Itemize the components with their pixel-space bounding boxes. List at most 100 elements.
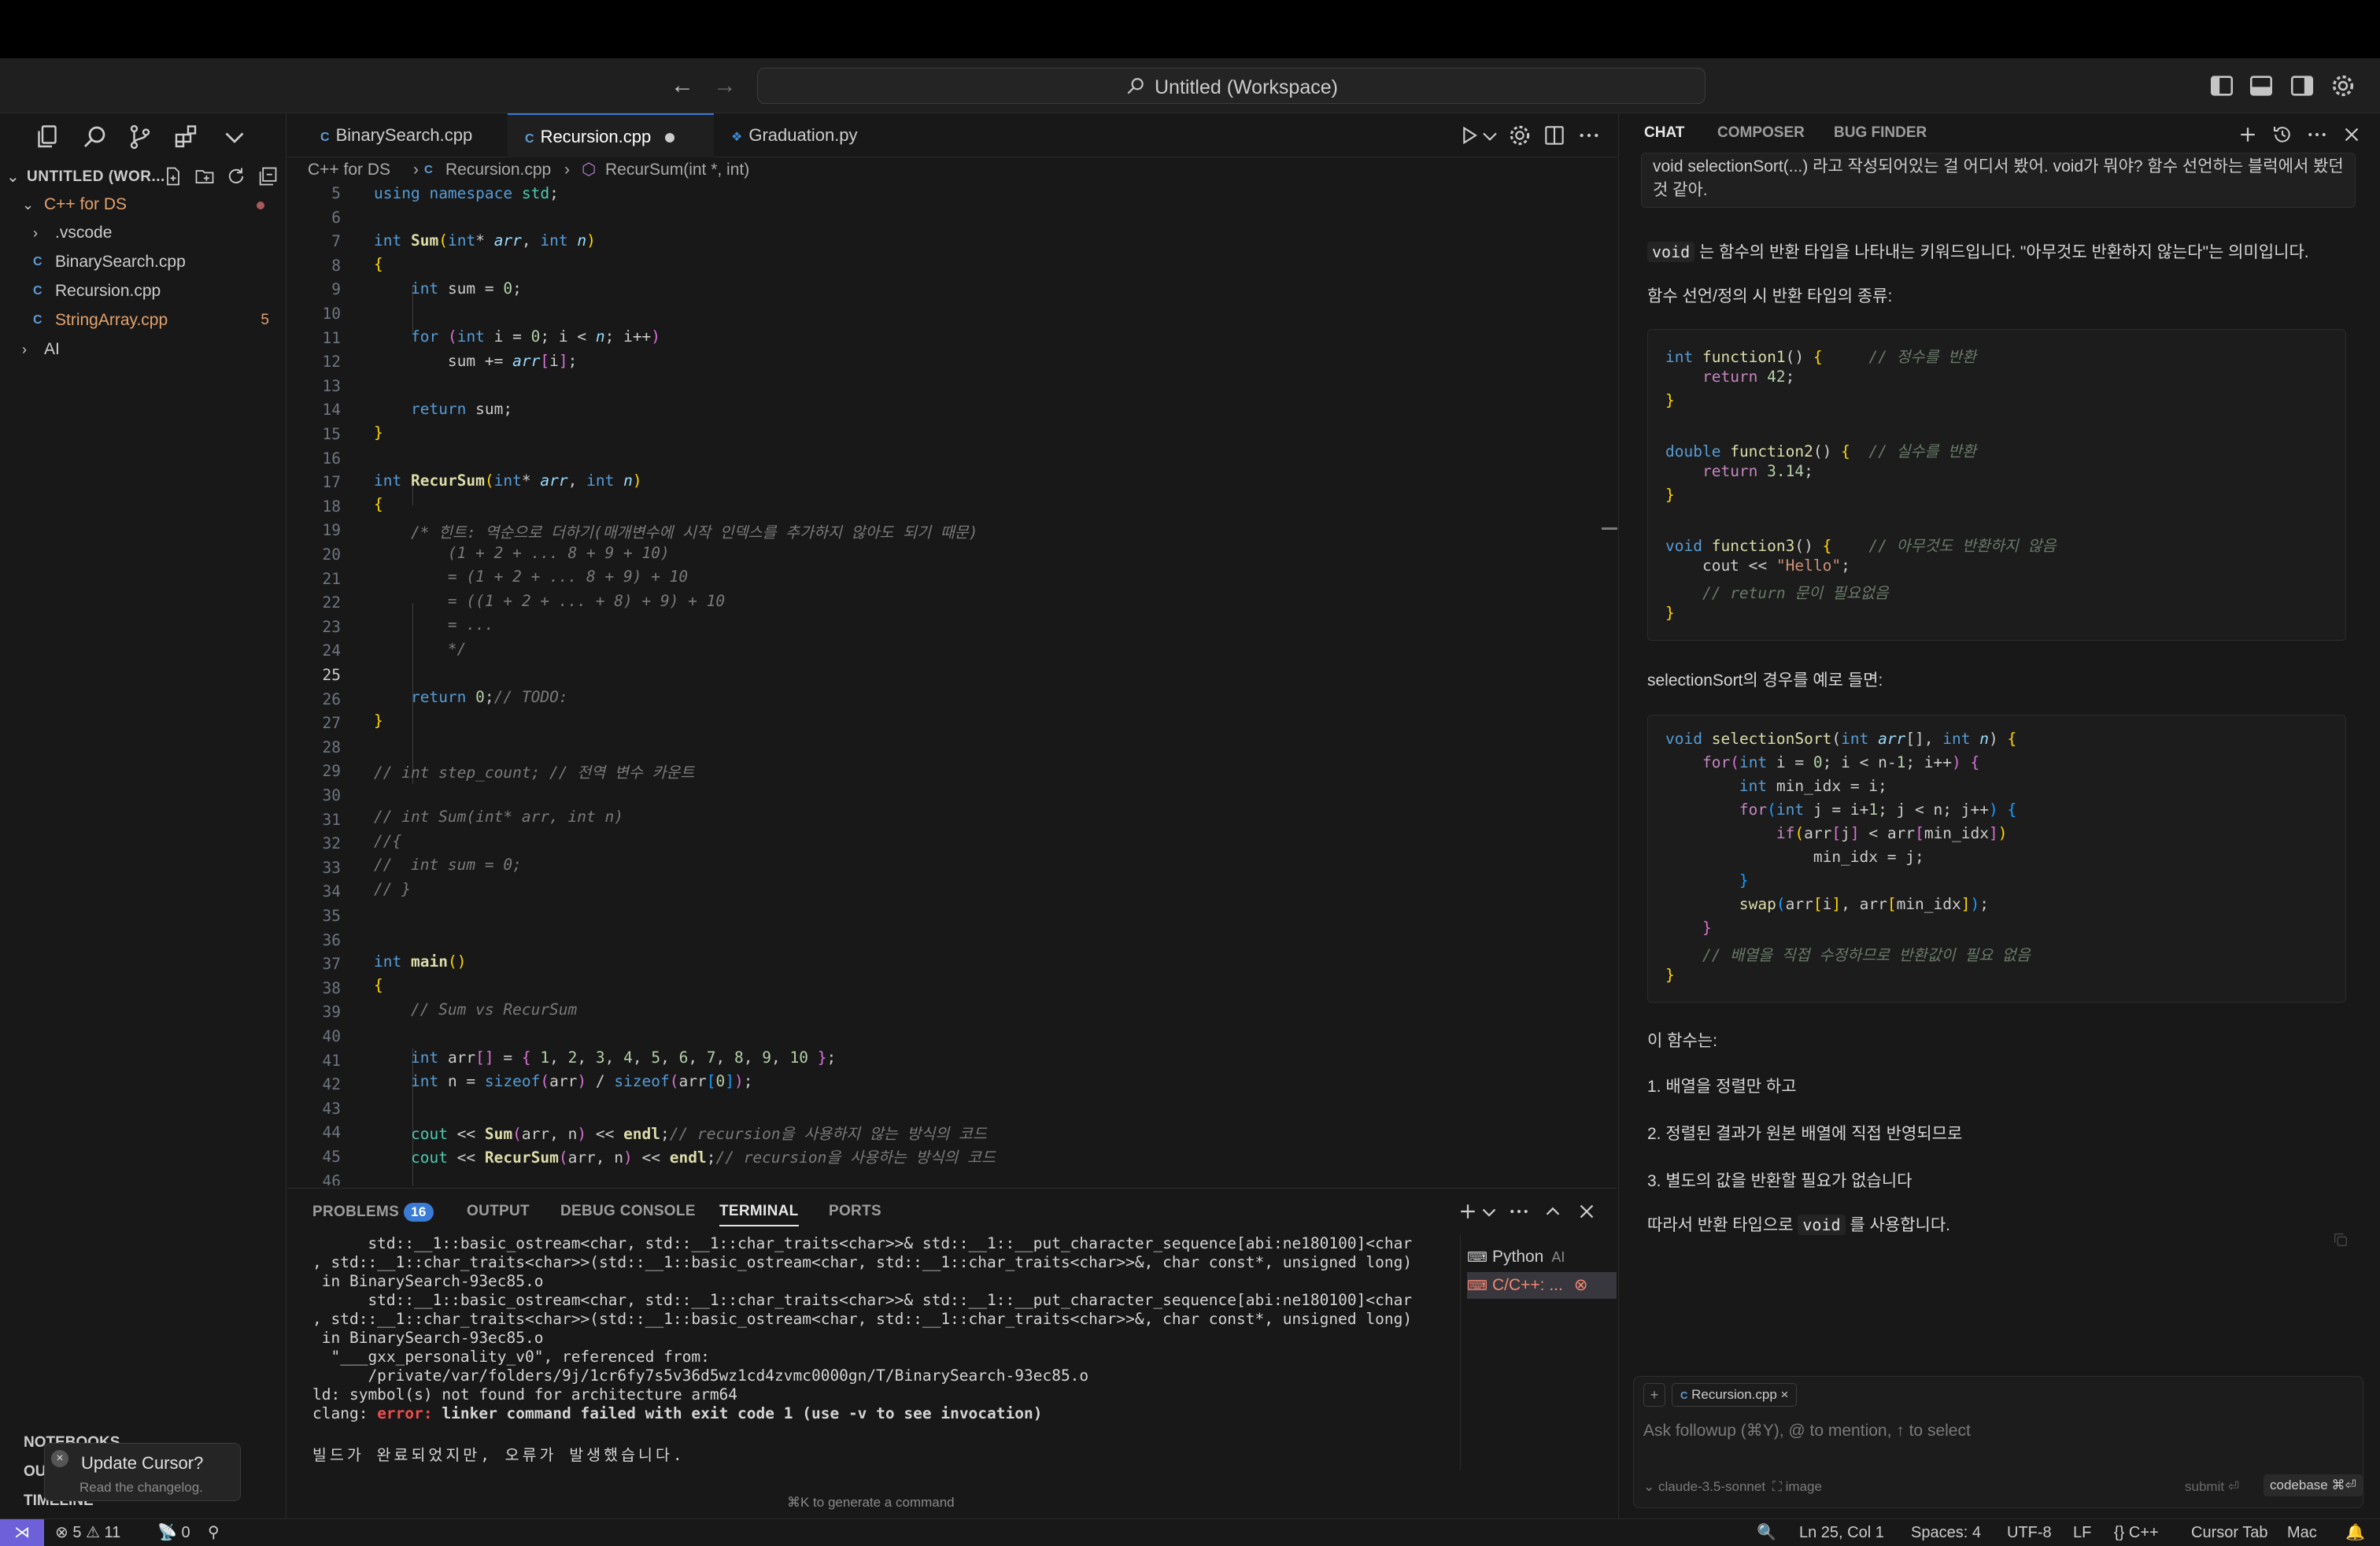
- tree-item-binarysearch[interactable]: C BinarySearch.cpp: [0, 248, 286, 276]
- chat-input-placeholder[interactable]: Ask followup (⌘Y), @ to mention, ↑ to se…: [1643, 1421, 1971, 1441]
- submit-button[interactable]: submit ⏎: [2185, 1479, 2239, 1495]
- terminal-line: , std::__1::char_traits<char>>(std::__1:…: [312, 1253, 1413, 1271]
- debug-icon[interactable]: ⚲: [208, 1519, 220, 1546]
- toggle-primary-sidebar-icon[interactable]: [2208, 72, 2235, 99]
- plus-icon[interactable]: [1456, 1200, 1480, 1223]
- code-line-7: int Sum(int* arr, int n): [374, 231, 596, 250]
- update-subtitle[interactable]: Read the changelog.: [79, 1480, 203, 1496]
- back-arrow-icon[interactable]: ←: [669, 72, 696, 99]
- user-message[interactable]: void selectionSort(...) 라고 작성되어있는 걸 어디서 …: [1641, 153, 2356, 208]
- new-file-icon[interactable]: [162, 165, 184, 187]
- remote-indicator-icon[interactable]: ⋊: [0, 1519, 44, 1546]
- problems-status[interactable]: ⊗ 5 ⚠ 11: [55, 1519, 120, 1546]
- model-selector[interactable]: ⌄ claude-3.5-sonnet: [1643, 1479, 1765, 1495]
- bottom-panel: PROBLEMS 16 OUTPUT DEBUG CONSOLE TERMINAL…: [287, 1188, 1617, 1518]
- tree-item-stringarray[interactable]: C StringArray.cpp 5: [0, 306, 286, 335]
- plus-icon[interactable]: [2236, 123, 2260, 146]
- chevron-down-icon[interactable]: [220, 123, 249, 151]
- breadcrumb-folder[interactable]: C++ for DS: [308, 157, 390, 183]
- new-folder-icon[interactable]: [194, 165, 216, 187]
- line-number: 40: [322, 1027, 341, 1045]
- cursor-tab-status[interactable]: Cursor Tab: [2191, 1519, 2267, 1546]
- terminal-output[interactable]: std::__1::basic_ostream<char, std::__1::…: [312, 1234, 1540, 1486]
- scrollbar-marker[interactable]: [1602, 527, 1617, 530]
- chevron-down-icon[interactable]: [1477, 123, 1497, 148]
- bell-icon[interactable]: 🔔: [2345, 1519, 2365, 1546]
- copy-icon[interactable]: [2332, 1231, 2349, 1248]
- cursor-position[interactable]: Ln 25, Col 1: [1799, 1519, 1884, 1546]
- command-center[interactable]: Untitled (Workspace): [757, 68, 1706, 104]
- encoding[interactable]: UTF-8: [2007, 1519, 2052, 1546]
- context-chip-recursion[interactable]: C Recursion.cpp ×: [1672, 1383, 1798, 1407]
- terminal-item-cpp[interactable]: ⌨ C/C++: ... ⊗: [1467, 1272, 1617, 1299]
- more-icon[interactable]: [1576, 123, 1602, 148]
- tab-terminal[interactable]: TERMINAL: [719, 1203, 799, 1226]
- tree-folder-cpp-for-ds[interactable]: ⌄ C++ for DS: [0, 190, 286, 219]
- settings-gear-icon[interactable]: [2330, 72, 2356, 99]
- braces-icon: {}: [2114, 1524, 2125, 1541]
- zoom-icon[interactable]: 🔍: [1757, 1519, 1776, 1546]
- code-line-12: sum += arr[i];: [374, 352, 578, 370]
- cpp-file-icon: C: [33, 255, 42, 268]
- tab-output[interactable]: OUTPUT: [467, 1203, 530, 1220]
- problems-count-badge: 16: [404, 1203, 434, 1222]
- code-block-selection-sort[interactable]: void selectionSort(int arr[], int n) { f…: [1647, 715, 2346, 1003]
- os-status[interactable]: Mac: [2287, 1519, 2317, 1546]
- add-context-button[interactable]: +: [1643, 1383, 1665, 1407]
- search-icon[interactable]: [80, 123, 109, 151]
- chevron-down-icon: ⌄: [6, 168, 20, 186]
- conclusion: 따라서 반환 타입으로 void 를 사용합니다.: [1647, 1215, 1950, 1235]
- tree-item-recursion[interactable]: C Recursion.cpp: [0, 277, 286, 305]
- collapse-all-icon[interactable]: [257, 165, 279, 187]
- terminal-item-python[interactable]: ⌨ Python AI: [1467, 1244, 1617, 1270]
- more-icon[interactable]: [1507, 1200, 1531, 1223]
- update-notification[interactable]: × Update Cursor? Read the changelog.: [44, 1443, 241, 1501]
- ports-status[interactable]: 📡 0: [157, 1519, 190, 1546]
- close-icon[interactable]: [1575, 1200, 1598, 1223]
- close-icon[interactable]: ×: [51, 1450, 68, 1467]
- line-number: 41: [322, 1051, 341, 1070]
- code-editor[interactable]: 5 6 7 8 9 10 11 12 13 14 15 16 17 18 19 20 21 22 23 24 25 26 2…: [287, 186, 1617, 1185]
- source-control-icon[interactable]: [126, 123, 154, 151]
- cpp-file-icon: C: [424, 163, 433, 176]
- tree-item-vscode[interactable]: › .vscode: [0, 219, 286, 247]
- more-icon[interactable]: [2305, 123, 2329, 146]
- files-icon[interactable]: [33, 123, 61, 151]
- tab-bug-finder[interactable]: BUG FINDER: [1834, 124, 1927, 142]
- tab-debug-console[interactable]: DEBUG CONSOLE: [560, 1203, 696, 1220]
- toggle-panel-icon[interactable]: [2248, 72, 2275, 99]
- codebase-button[interactable]: codebase ⌘⏎: [2264, 1474, 2363, 1496]
- close-icon[interactable]: ×: [1781, 1387, 1789, 1402]
- explorer-header[interactable]: ⌄ UNTITLED (WOR...: [0, 162, 286, 190]
- line-ending[interactable]: LF: [2073, 1519, 2091, 1546]
- language-mode[interactable]: {} C++: [2114, 1519, 2159, 1546]
- breadcrumb-file[interactable]: Recursion.cpp: [445, 157, 551, 183]
- tab-chat[interactable]: CHAT: [1644, 124, 1684, 142]
- indentation[interactable]: Spaces: 4: [1911, 1519, 1981, 1546]
- chevron-right-icon: ›: [413, 161, 419, 179]
- forward-arrow-icon[interactable]: →: [711, 72, 738, 99]
- tab-problems[interactable]: PROBLEMS 16: [312, 1203, 434, 1222]
- line-number: 33: [322, 858, 341, 877]
- extensions-icon[interactable]: [172, 123, 200, 151]
- tab-ports[interactable]: PORTS: [829, 1203, 881, 1220]
- toggle-secondary-sidebar-icon[interactable]: [2289, 72, 2315, 99]
- unsaved-dot[interactable]: [665, 133, 675, 142]
- image-attach-button[interactable]: ⛶ image: [1772, 1479, 1822, 1495]
- tab-binarysearch[interactable]: C BinarySearch.cpp: [303, 113, 508, 157]
- tab-graduation[interactable]: ❖ Graduation.py: [714, 113, 887, 157]
- gear-icon[interactable]: [1507, 123, 1532, 148]
- maximize-panel-icon[interactable]: [1541, 1200, 1565, 1223]
- tab-recursion[interactable]: C Recursion.cpp: [508, 113, 714, 157]
- breadcrumb-symbol[interactable]: RecurSum(int *, int): [605, 157, 749, 183]
- code-line-19: /* 힌트: 역순으로 더하기(매개변수에 시작 인덱스를 추가하지 않아도 되…: [374, 523, 978, 542]
- chat-input-box[interactable]: + C Recursion.cpp × Ask followup (⌘Y), @…: [1633, 1376, 2363, 1508]
- tab-composer[interactable]: COMPOSER: [1717, 124, 1805, 142]
- close-icon[interactable]: [2340, 123, 2363, 146]
- chevron-down-icon[interactable]: [1477, 1200, 1496, 1223]
- code-block-return-types[interactable]: int function1() { // 정수를 반환 return 42; }…: [1647, 329, 2346, 641]
- history-icon[interactable]: [2271, 123, 2294, 146]
- refresh-icon[interactable]: [225, 165, 247, 187]
- split-editor-icon[interactable]: [1542, 123, 1567, 148]
- tree-item-ai[interactable]: › AI: [0, 335, 286, 364]
